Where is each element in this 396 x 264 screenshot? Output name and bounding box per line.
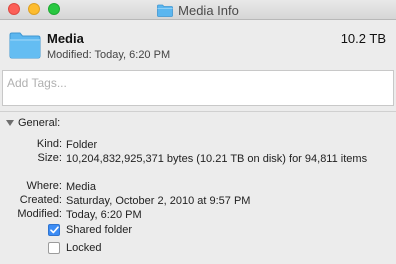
size-value: 10,204,832,925,371 bytes (10.21 TB on di… <box>66 153 368 165</box>
modified-value: Today, 6:20 PM <box>66 209 142 221</box>
window-title-wrap: Media Info <box>0 2 396 18</box>
checkmark-icon <box>49 226 59 234</box>
title-bar: Media Info <box>0 0 396 20</box>
size-label: Size: <box>37 152 62 164</box>
locked-label: Locked <box>66 242 102 254</box>
header-size: 10.2 TB <box>340 31 386 46</box>
created-value: Saturday, October 2, 2010 at 9:57 PM <box>66 195 251 207</box>
created-label: Created: <box>19 194 62 206</box>
modified-label: Modified: <box>17 208 62 220</box>
general-section-toggle[interactable]: General: <box>6 117 60 129</box>
disclosure-triangle-icon[interactable] <box>6 120 14 126</box>
where-value: Media <box>66 181 96 193</box>
shared-folder-option[interactable]: Shared folder <box>48 224 132 236</box>
folder-icon <box>9 32 41 59</box>
locked-checkbox[interactable] <box>48 242 60 254</box>
where-label: Where: <box>26 180 62 192</box>
folder-icon <box>157 4 174 17</box>
item-name: Media <box>47 31 84 46</box>
header-modified: Modified: Today, 6:20 PM <box>47 49 171 61</box>
window-title: Media Info <box>178 2 239 18</box>
tags-input[interactable] <box>3 71 393 95</box>
shared-folder-checkbox[interactable] <box>48 224 60 236</box>
info-header: Media Modified: Today, 6:20 PM 10.2 TB <box>0 21 396 68</box>
general-section-title: General: <box>18 117 61 129</box>
tags-box[interactable] <box>2 70 394 106</box>
kind-value: Folder <box>66 139 98 151</box>
shared-folder-label: Shared folder <box>66 224 133 236</box>
divider <box>0 111 396 112</box>
kind-label: Kind: <box>36 138 62 150</box>
locked-option[interactable]: Locked <box>48 242 101 254</box>
